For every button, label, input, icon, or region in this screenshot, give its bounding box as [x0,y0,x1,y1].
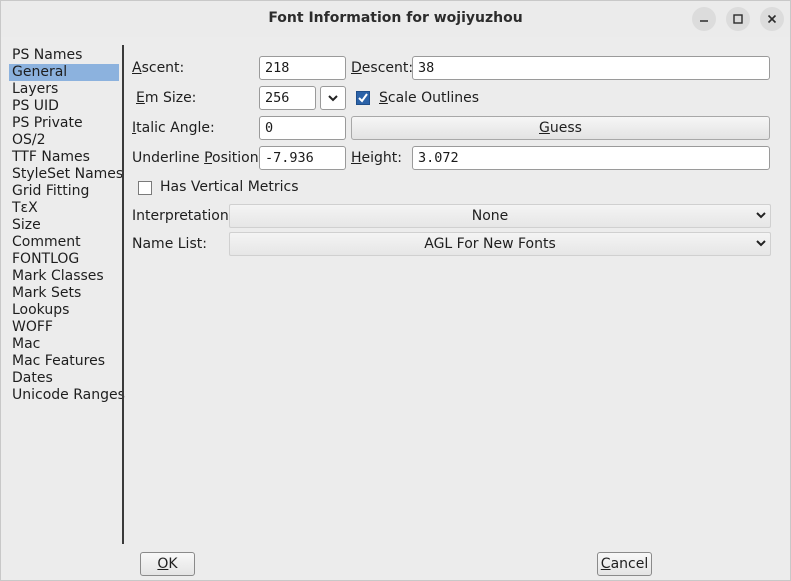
sidebar-item[interactable]: PS Private [9,115,119,132]
sidebar-item[interactable]: Mac [9,336,119,353]
sidebar-item[interactable]: FONTLOG [9,251,119,268]
ascent-field[interactable]: 218 [259,56,346,80]
minimize-button[interactable] [692,7,716,31]
cancel-button[interactable]: Cancel [597,552,652,576]
interpretation-value: None [471,208,509,224]
sidebar-item[interactable]: General [9,64,119,81]
sidebar-item[interactable]: PS Names [9,47,119,64]
height-field[interactable]: 3.072 [412,146,770,170]
descent-label: Descent: [351,60,414,76]
sidebar-item[interactable]: Unicode Ranges [9,387,125,404]
sidebar-item[interactable]: TεX [9,200,119,217]
close-button[interactable] [760,7,784,31]
sidebar-divider [122,45,124,544]
title-bar: Font Information for wojiyuzhou [1,1,790,37]
sidebar-item[interactable]: Size [9,217,119,234]
window-title: Font Information for wojiyuzhou [268,10,523,26]
ascent-label: Ascent: [132,60,185,76]
em-size-field[interactable]: 256 [259,86,316,110]
sidebar-item[interactable]: OS/2 [9,132,119,149]
sidebar-item[interactable]: TTF Names [9,149,119,166]
minimize-icon [700,20,708,22]
checkmark-icon [358,93,368,103]
ok-button[interactable]: OK [140,552,195,576]
name-list-dropdown[interactable]: AGL For New Fonts [229,232,771,256]
sidebar-item[interactable]: WOFF [9,319,119,336]
close-icon [767,14,777,24]
em-size-dropdown-button[interactable] [320,86,346,110]
guess-button[interactable]: Guess [351,116,770,140]
name-list-label: Name List: [132,236,207,252]
name-list-value: AGL For New Fonts [424,236,556,252]
underline-position-field[interactable]: -7.936 [259,146,346,170]
sidebar-item[interactable]: Mark Classes [9,268,119,285]
em-size-label: Em Size: [136,90,197,106]
font-info-dialog: Font Information for wojiyuzhou PS Names… [0,0,791,581]
sidebar-item[interactable]: StyleSet Names [9,166,123,183]
descent-field[interactable]: 38 [412,56,770,80]
underline-position-label: Underline Position: [132,150,264,166]
maximize-icon [733,14,743,24]
has-vertical-metrics-checkbox[interactable] [138,181,152,195]
interpretation-label: Interpretation: [132,208,234,224]
sidebar-item[interactable]: Mark Sets [9,285,119,302]
sidebar-item[interactable]: PS UID [9,98,119,115]
italic-angle-field[interactable]: 0 [259,116,346,140]
chevron-down-icon [756,240,766,247]
sidebar-item[interactable]: Dates [9,370,119,387]
sidebar-item[interactable]: Lookups [9,302,119,319]
scale-outlines-label: Scale Outlines [379,90,480,106]
italic-angle-label: Italic Angle: [132,120,215,136]
has-vertical-metrics-label: Has Vertical Metrics [160,179,299,195]
chevron-down-icon [328,94,338,101]
height-label: Height: [351,150,402,166]
sidebar-item[interactable]: Mac Features [9,353,119,370]
section-list: PS Names General Layers PS UID PS Private OS/… [9,47,125,404]
sidebar-item[interactable]: Layers [9,81,119,98]
maximize-button[interactable] [726,7,750,31]
sidebar-item[interactable]: Grid Fitting [9,183,119,200]
scale-outlines-checkbox[interactable] [356,91,370,105]
sidebar-item[interactable]: Comment [9,234,119,251]
interpretation-dropdown[interactable]: None [229,204,771,228]
chevron-down-icon [756,212,766,219]
